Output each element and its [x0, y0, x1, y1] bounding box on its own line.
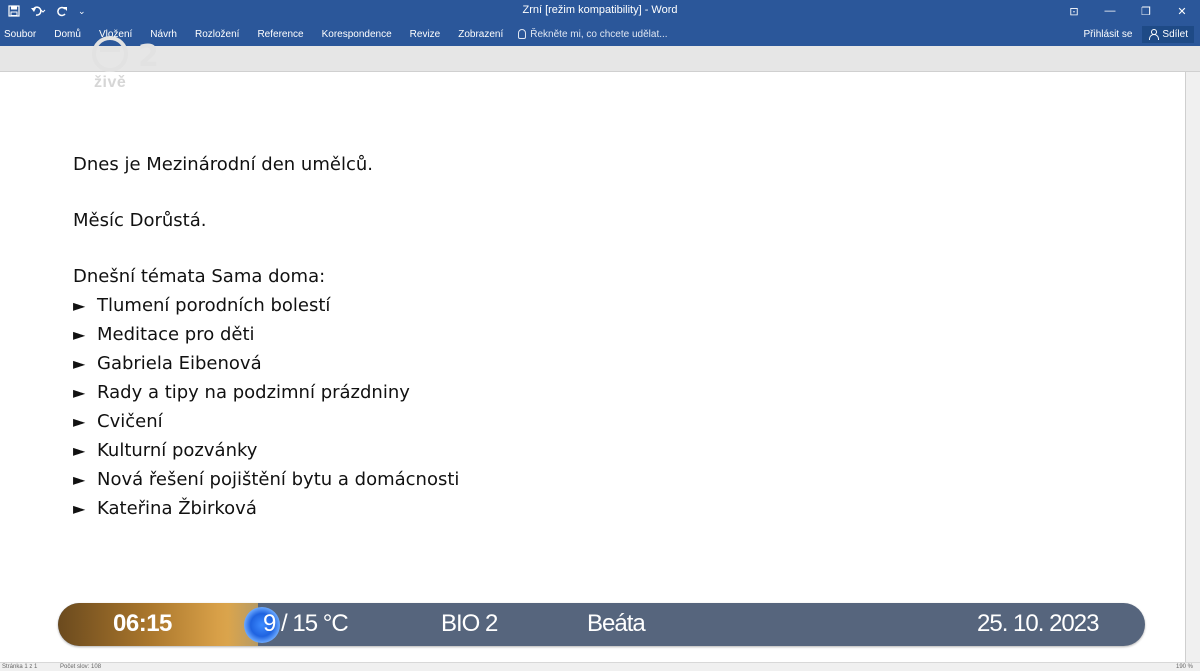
tv-info-bar: 06:15 9 / 15 °C BIO 2 Beáta 25. 10. 2023 — [58, 603, 1145, 646]
list-item: ► Rady a tipy na podzimní prázdniny — [73, 378, 973, 407]
ribbon: Soubor Domů Vložení Návrh Rozložení Refe… — [0, 22, 1200, 46]
tab-references[interactable]: Reference — [248, 22, 312, 46]
bullet-arrow-icon: ► — [73, 499, 86, 518]
document-page[interactable]: Dnes je Mezinárodní den umělců. Měsíc Do… — [0, 72, 1186, 662]
tell-me-box[interactable]: Řekněte mi, co chcete udělat... — [518, 22, 668, 46]
tab-file[interactable]: Soubor — [2, 22, 45, 46]
tab-mailings[interactable]: Korespondence — [313, 22, 401, 46]
sign-in-link[interactable]: Přihlásit se — [1084, 29, 1133, 40]
bullet-arrow-icon: ► — [73, 470, 86, 489]
list-item: ► Tlumení porodních bolestí — [73, 291, 973, 320]
bullet-arrow-icon: ► — [73, 296, 86, 315]
doc-topics-heading: Dnešní témata Sama doma: — [73, 266, 326, 287]
bullet-arrow-icon: ► — [73, 412, 86, 431]
minimize-button[interactable]: — — [1092, 0, 1128, 22]
status-page[interactable]: Stránka 1 z 1 — [2, 664, 37, 670]
ribbon-display-options-button[interactable]: ⊡ — [1056, 0, 1092, 22]
list-item: ► Nová řešení pojištění bytu a domácnosti — [73, 465, 973, 494]
tab-layout[interactable]: Rozložení — [186, 22, 248, 46]
window-title: Zrní [režim kompatibility] - Word — [522, 4, 678, 16]
tv-temperature: 9 / 15 °C — [263, 610, 349, 637]
status-bar: Stránka 1 z 1 Počet slov: 108 190 % — [0, 662, 1200, 671]
list-item: ► Cvičení — [73, 407, 973, 436]
ruler-area — [0, 46, 1200, 72]
lightbulb-icon — [518, 29, 527, 39]
share-button[interactable]: Sdílet — [1142, 25, 1194, 43]
bullet-arrow-icon: ► — [73, 325, 86, 344]
doc-line-international-day: Dnes je Mezinárodní den umělců. — [73, 154, 373, 175]
tell-me-text: Řekněte mi, co chcete udělat... — [530, 28, 668, 40]
person-icon — [1148, 29, 1160, 40]
bullet-arrow-icon: ► — [73, 383, 86, 402]
document-body[interactable]: Dnes je Mezinárodní den umělců. Měsíc Do… — [73, 150, 973, 523]
bullet-arrow-icon: ► — [73, 441, 86, 460]
bullet-arrow-icon: ► — [73, 354, 86, 373]
close-button[interactable]: ✕ — [1164, 0, 1200, 22]
status-zoom[interactable]: 190 % — [1176, 664, 1193, 670]
ribbon-tabs: Soubor Domů Vložení Návrh Rozložení Refe… — [2, 22, 668, 46]
list-item: ► Kulturní pozvánky — [73, 436, 973, 465]
tab-home[interactable]: Domů — [45, 22, 90, 46]
share-label: Sdílet — [1162, 28, 1188, 40]
tv-name-day: Beáta — [587, 610, 646, 637]
account-actions: Přihlásit se Sdílet — [1084, 22, 1194, 46]
title-bar: ⌄ Zrní [režim kompatibility] - Word ⊡ — … — [0, 0, 1200, 22]
tv-channel: BIO 2 — [441, 610, 498, 637]
tab-insert[interactable]: Vložení — [90, 22, 141, 46]
tv-time: 06:15 — [113, 610, 172, 637]
restore-button[interactable]: ❐ — [1128, 0, 1164, 22]
status-word-count[interactable]: Počet slov: 108 — [60, 664, 101, 670]
tab-review[interactable]: Revize — [401, 22, 450, 46]
list-item: ► Meditace pro děti — [73, 320, 973, 349]
doc-line-moon-phase: Měsíc Dorůstá. — [73, 210, 207, 231]
tv-date: 25. 10. 2023 — [977, 610, 1099, 637]
tab-design[interactable]: Návrh — [141, 22, 186, 46]
list-item: ► Kateřina Žbirková — [73, 494, 973, 523]
window-controls: ⊡ — ❐ ✕ — [1056, 0, 1200, 22]
list-item: ► Gabriela Eibenová — [73, 349, 973, 378]
vertical-scrollbar[interactable] — [1186, 72, 1200, 662]
tab-view[interactable]: Zobrazení — [449, 22, 512, 46]
